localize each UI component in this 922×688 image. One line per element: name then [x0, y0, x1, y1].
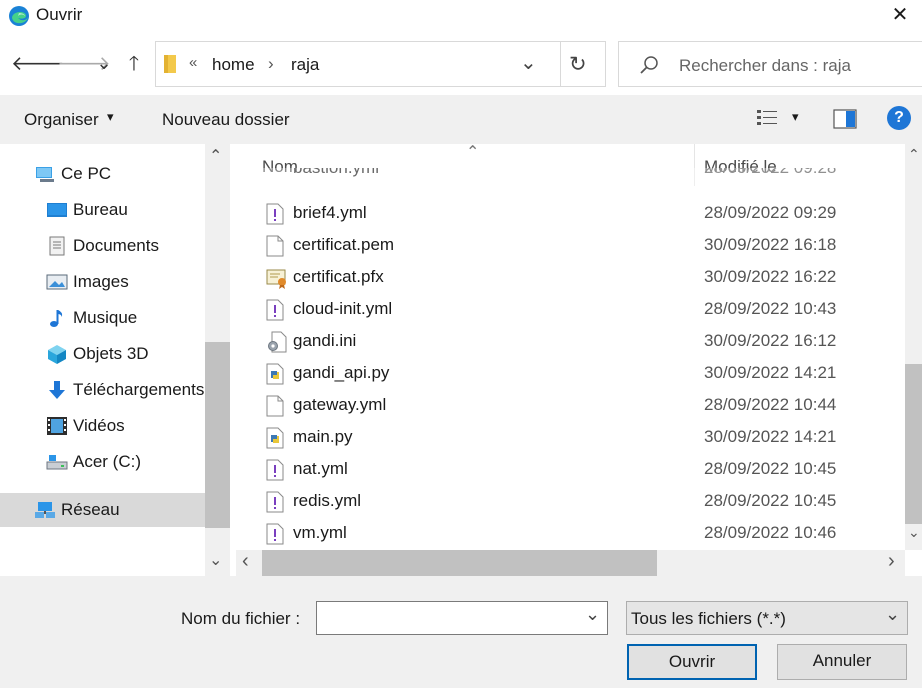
videos-icon — [47, 417, 67, 435]
music-icon — [50, 310, 63, 327]
images-icon — [46, 274, 68, 290]
table-row[interactable]: redis.yml 28/09/2022 10:45 — [236, 486, 906, 518]
network-icon — [35, 502, 55, 518]
file-name: cloud-init.yml — [293, 299, 393, 318]
file-name: gateway.yml — [293, 395, 387, 414]
file-name: gandi_api.py — [293, 363, 390, 382]
address-dropdown[interactable]: ⌄ — [520, 50, 537, 75]
back-button[interactable]: 🡐 — [11, 51, 65, 77]
file-type-dropdown-icon[interactable]: ⌄ — [885, 604, 900, 625]
edge-browser-icon — [9, 6, 29, 26]
file-modified-date: 30/09/2022 14:21 — [704, 363, 837, 382]
scroll-down-arrow-left[interactable]: ⌄ — [209, 550, 222, 570]
command-bar — [0, 95, 922, 144]
python-file-icon — [266, 363, 284, 385]
scroll-right-arrow[interactable]: › — [888, 550, 895, 573]
search-icon — [640, 56, 658, 74]
file-modified-date: 28/09/2022 09:29 — [704, 203, 837, 222]
scroll-up-arrow-left[interactable]: ⌃ — [209, 146, 222, 166]
sort-ascending-icon: ⌃ — [466, 144, 480, 161]
organize-caret-icon[interactable]: ▾ — [107, 109, 114, 125]
file-modified-date: 30/09/2022 14:21 — [704, 427, 837, 446]
file-name: gandi.ini — [293, 331, 357, 350]
blank-file-icon — [266, 235, 284, 257]
organize-button[interactable]: Organiser — [24, 110, 99, 130]
yaml-file-icon — [266, 203, 284, 225]
folder-icon — [164, 55, 176, 73]
file-type-select[interactable]: Tous les fichiers (*.*) ⌄ — [626, 601, 908, 635]
file-modified-date: 28/09/2022 10:45 — [704, 459, 837, 478]
search-input[interactable]: Rechercher dans : raja — [679, 56, 851, 76]
table-row[interactable]: vm.yml 28/09/2022 10:46 — [236, 518, 906, 550]
documents-icon — [49, 236, 65, 256]
ini-file-icon — [266, 331, 288, 353]
address-divider — [560, 41, 561, 87]
table-row[interactable]: certificat.pfx 30/09/2022 16:22 — [236, 262, 906, 294]
yaml-file-icon — [266, 491, 284, 513]
file-name: redis.yml — [293, 491, 362, 510]
navigation-pane-scroll-thumb[interactable] — [205, 342, 230, 528]
view-caret-icon[interactable]: ▾ — [792, 109, 799, 125]
drive-icon — [46, 455, 68, 470]
file-list: Nom ⌃ Modifié le bastion.yml 28/09/2022 … — [236, 144, 922, 576]
forward-button[interactable]: 🡒 — [57, 51, 111, 77]
table-row[interactable]: brief4.yml 28/09/2022 09:29 — [236, 198, 906, 230]
file-name: certificat.pem — [293, 235, 395, 254]
objects3d-icon — [48, 345, 66, 364]
horizontal-scroll-thumb[interactable] — [262, 550, 657, 576]
file-modified-date: 30/09/2022 16:12 — [704, 331, 837, 350]
title-bar — [0, 0, 922, 32]
table-row[interactable]: gateway.yml 28/09/2022 10:44 — [236, 390, 906, 422]
table-row[interactable]: nat.yml 28/09/2022 10:45 — [236, 454, 906, 486]
window-title: Ouvrir — [36, 5, 83, 24]
recent-locations-dropdown[interactable]: ⌄ — [93, 50, 115, 76]
computer-icon — [36, 167, 54, 182]
breadcrumb-home[interactable]: home — [212, 55, 255, 75]
file-modified-date: 30/09/2022 16:22 — [704, 267, 837, 286]
file-name: main.py — [293, 427, 353, 446]
file-name: vm.yml — [293, 523, 347, 542]
yaml-file-icon — [266, 459, 284, 481]
file-modified-date: 28/09/2022 10:46 — [704, 523, 837, 542]
table-row[interactable]: gandi.ini 30/09/2022 16:12 — [236, 326, 906, 358]
desktop-icon — [47, 203, 67, 217]
table-row[interactable]: certificat.pem 30/09/2022 16:18 — [236, 230, 906, 262]
file-name: brief4.yml — [293, 203, 367, 222]
scroll-left-arrow[interactable]: ‹ — [242, 550, 249, 573]
preview-pane-icon[interactable] — [833, 109, 857, 129]
new-folder-button[interactable]: Nouveau dossier — [162, 110, 290, 130]
open-button[interactable]: Ouvrir — [627, 644, 757, 680]
close-button[interactable]: ✕ — [878, 0, 922, 32]
table-row[interactable]: gandi_api.py 30/09/2022 14:21 — [236, 358, 906, 390]
downloads-icon — [49, 381, 65, 399]
scroll-down-arrow-right[interactable]: ⌄ — [908, 524, 920, 541]
help-button[interactable]: ? — [887, 106, 911, 130]
refresh-button[interactable]: ↻ — [569, 52, 587, 77]
python-file-icon — [266, 427, 284, 449]
file-modified-date: 30/09/2022 16:18 — [704, 235, 837, 254]
up-button[interactable]: 🡑 — [121, 51, 147, 77]
scroll-up-arrow-right[interactable]: ⌃ — [908, 146, 920, 163]
file-name: nat.yml — [293, 459, 348, 478]
view-details-icon[interactable] — [756, 109, 778, 127]
header-fade — [236, 168, 906, 186]
filename-input[interactable]: ⌄ — [316, 601, 608, 635]
blank-file-icon — [266, 395, 284, 417]
cancel-button[interactable]: Annuler — [777, 644, 907, 680]
file-modified-date: 28/09/2022 10:45 — [704, 491, 837, 510]
breadcrumb-overflow[interactable]: « — [189, 54, 197, 71]
filename-dropdown-icon[interactable]: ⌄ — [585, 604, 600, 625]
breadcrumb-separator[interactable]: › — [268, 54, 274, 74]
table-row[interactable]: main.py 30/09/2022 14:21 — [236, 422, 906, 454]
file-modified-date: 28/09/2022 10:44 — [704, 395, 837, 414]
file-modified-date: 28/09/2022 10:43 — [704, 299, 837, 318]
yaml-file-icon — [266, 299, 284, 321]
file-name: certificat.pfx — [293, 267, 384, 286]
table-row[interactable]: cloud-init.yml 28/09/2022 10:43 — [236, 294, 906, 326]
filename-label: Nom du fichier : — [181, 609, 301, 628]
certificate-file-icon — [266, 267, 288, 289]
breadcrumb-current[interactable]: raja — [291, 55, 319, 75]
yaml-file-icon — [266, 523, 284, 545]
file-list-scroll-thumb[interactable] — [905, 364, 922, 524]
